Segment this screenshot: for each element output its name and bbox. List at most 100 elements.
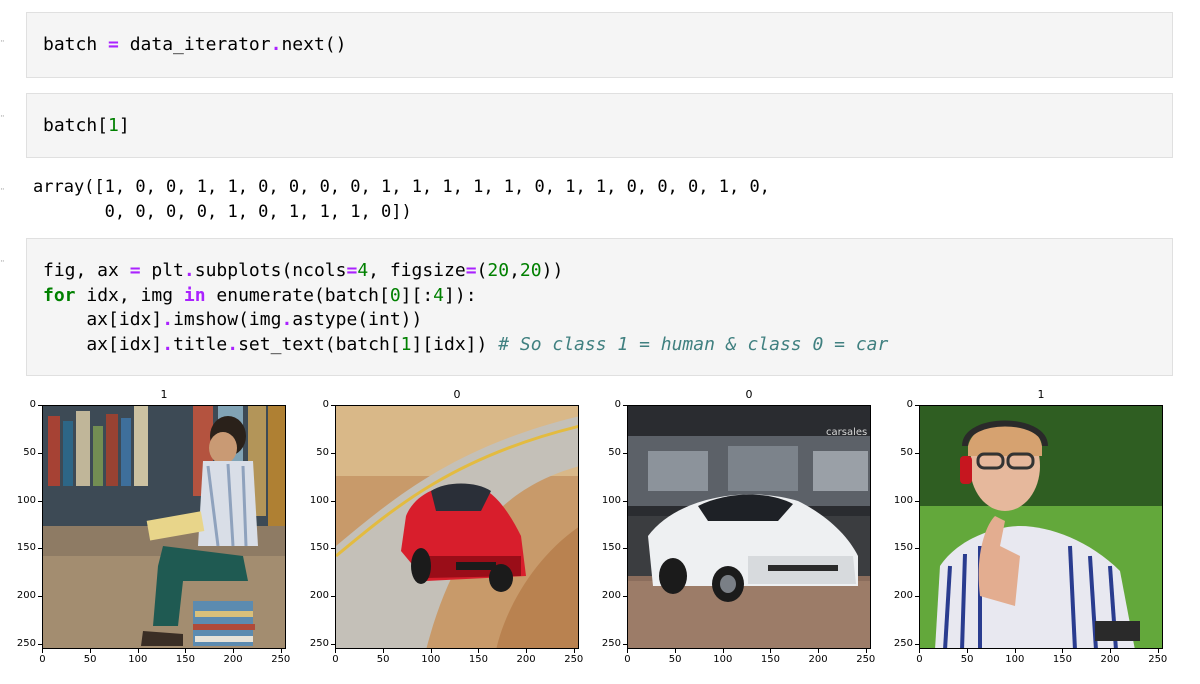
y-tick-label: 200 — [893, 590, 913, 602]
x-tick-label: 0 — [332, 654, 339, 665]
y-tick-mark — [331, 643, 335, 645]
y-tick-label: 150 — [601, 542, 621, 554]
code-token: . — [281, 309, 293, 330]
x-tick-mark — [1110, 649, 1112, 653]
x-tick-label: 150 — [760, 654, 780, 665]
y-tick-label: 100 — [16, 494, 36, 506]
code-token: 0 — [389, 284, 401, 306]
code-cell-2[interactable]: batch[1] — [26, 93, 1173, 158]
code-token: ][: — [400, 284, 434, 306]
code-token: 1 — [400, 333, 412, 355]
y-tick-mark — [915, 548, 919, 550]
code-token: ( — [476, 260, 488, 281]
x-tick-mark — [818, 649, 820, 653]
x-tick-label: 100 — [1005, 654, 1025, 665]
x-tick-label: 250 — [271, 654, 291, 665]
x-tick-label: 0 — [39, 654, 46, 665]
code-token: , figsize — [368, 260, 466, 281]
y-tick-label: 250 — [601, 637, 621, 649]
y-tick-label: 100 — [309, 494, 329, 506]
cell-collapse-handle[interactable]: ·· — [0, 258, 10, 267]
axis-ticks: 0 50 100 150 200 250 0 50 100 150 200 250 — [16, 388, 290, 684]
subplot-3: 0 carsales 0 50 100 150 200 250 0 50 100 150 200 25… — [601, 388, 875, 684]
code-line: batch[1] — [43, 114, 1156, 139]
x-tick-label: 50 — [376, 654, 390, 665]
x-tick-mark — [233, 649, 235, 653]
y-tick-label: 0 — [614, 399, 621, 411]
x-tick-label: 150 — [1052, 654, 1072, 665]
x-tick-mark — [627, 649, 629, 653]
code-token: 1 — [108, 115, 119, 136]
code-token: )) — [541, 260, 564, 281]
x-tick-mark — [722, 649, 724, 653]
y-tick-label: 0 — [906, 399, 913, 411]
code-token: fig, ax — [43, 260, 130, 281]
y-tick-mark — [331, 405, 335, 407]
y-tick-label: 150 — [16, 542, 36, 554]
x-tick-label: 0 — [624, 654, 631, 665]
y-tick-mark — [623, 548, 627, 550]
y-tick-label: 100 — [601, 494, 621, 506]
subplot-4: 1 0 50 100 150 200 250 0 50 100 150 200 250 — [893, 388, 1167, 684]
code-token: in — [183, 284, 206, 306]
cell-output: array([1, 0, 0, 1, 1, 0, 0, 0, 0, 1, 1, … — [33, 175, 770, 225]
x-tick-label: 150 — [175, 654, 195, 665]
code-token: subplots(ncols — [194, 260, 347, 281]
y-tick-label: 200 — [16, 590, 36, 602]
x-tick-mark — [1062, 649, 1064, 653]
y-tick-mark — [623, 596, 627, 598]
x-tick-label: 0 — [916, 654, 923, 665]
y-tick-mark — [915, 453, 919, 455]
x-tick-label: 50 — [960, 654, 974, 665]
code-token: . — [183, 260, 195, 281]
output-line-1: array([1, 0, 0, 1, 1, 0, 0, 0, 0, 1, 1, … — [33, 177, 770, 197]
x-tick-mark — [383, 649, 385, 653]
x-tick-mark — [865, 649, 867, 653]
code-token: for — [43, 284, 76, 306]
code-token: 4 — [433, 284, 445, 306]
y-tick-mark — [38, 500, 42, 502]
y-tick-label: 250 — [893, 637, 913, 649]
x-tick-mark — [430, 649, 432, 653]
y-tick-label: 150 — [893, 542, 913, 554]
axis-ticks: 0 50 100 150 200 250 0 50 100 150 200 250 — [893, 388, 1167, 684]
y-tick-mark — [331, 453, 335, 455]
code-token: . — [162, 333, 174, 355]
code-token: 20 — [519, 260, 542, 281]
code-cell-3[interactable]: fig, ax = plt.subplots(ncols=4, figsize=… — [26, 238, 1173, 376]
cell-collapse-handle[interactable]: ·· — [0, 113, 10, 122]
code-token: ] — [118, 115, 130, 136]
x-tick-mark — [573, 649, 575, 653]
y-tick-label: 250 — [309, 637, 329, 649]
y-tick-mark — [331, 548, 335, 550]
code-token: . — [162, 309, 174, 330]
code-token: title — [173, 333, 228, 355]
code-line: batch = data_iterator.next() — [43, 33, 1156, 58]
code-token: enumerate(batch[ — [205, 284, 390, 306]
code-token: ]): — [444, 284, 477, 306]
x-tick-mark — [137, 649, 139, 653]
x-tick-label: 250 — [1148, 654, 1168, 665]
axis-ticks: 0 50 100 150 200 250 0 50 100 150 200 250 — [601, 388, 875, 684]
code-token: batch — [43, 34, 109, 55]
y-tick-mark — [915, 405, 919, 407]
code-token: = — [129, 260, 141, 281]
code-token: imshow(img — [173, 309, 282, 330]
code-token: = — [346, 260, 358, 281]
output-collapse-handle[interactable]: ·· — [0, 186, 10, 195]
y-tick-label: 150 — [309, 542, 329, 554]
code-cell-1[interactable]: batch = data_iterator.next() — [26, 12, 1173, 78]
subplot-2: 0 0 50 100 150 200 250 0 50 100 150 200 250 — [309, 388, 583, 684]
cell-collapse-handle[interactable]: ·· — [0, 38, 10, 47]
x-tick-mark — [1014, 649, 1016, 653]
x-tick-mark — [919, 649, 921, 653]
y-tick-mark — [623, 500, 627, 502]
y-tick-mark — [623, 405, 627, 407]
code-token: batch[ — [43, 115, 109, 136]
x-tick-label: 100 — [421, 654, 441, 665]
y-tick-mark — [915, 500, 919, 502]
code-token: , — [509, 260, 520, 281]
code-token: ][idx]) — [411, 333, 499, 355]
code-token: = — [465, 260, 477, 281]
y-tick-mark — [915, 643, 919, 645]
